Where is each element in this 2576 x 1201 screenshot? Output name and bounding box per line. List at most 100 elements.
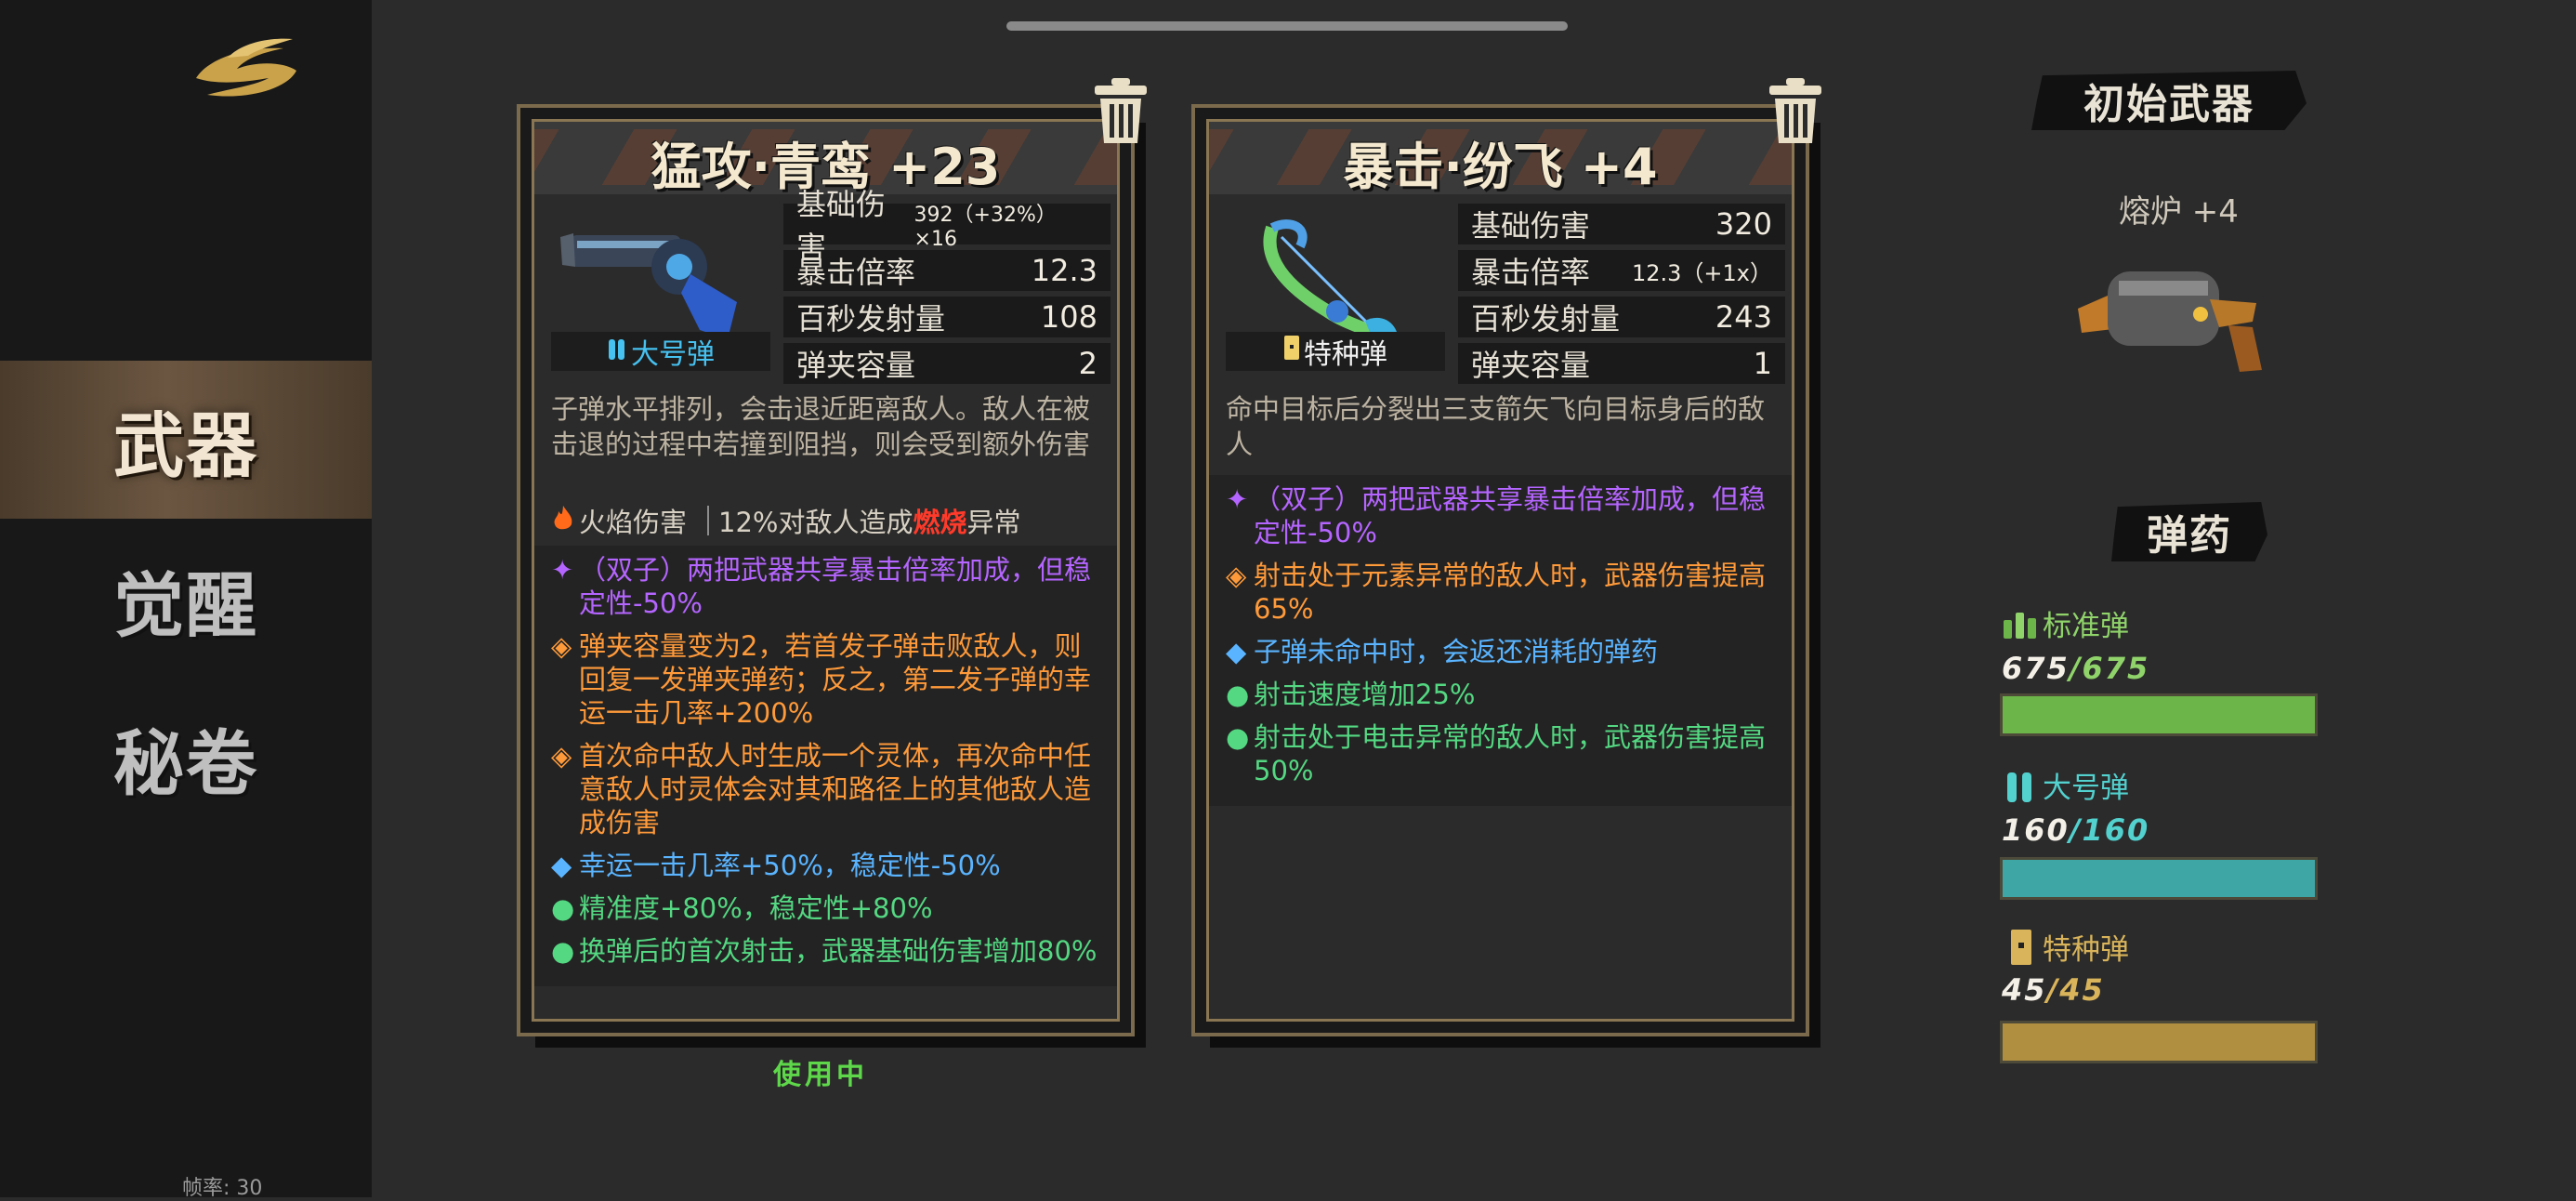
trait-item: ● 射击速度增加25% [1226, 678, 1775, 711]
trait-marker-icon: ◆ [551, 850, 572, 881]
ammo-current: 675 [2002, 651, 2070, 686]
ammo-current: 160 [2002, 812, 2070, 848]
special-bullet-icon [2011, 929, 2031, 965]
weapon-description: 子弹水平排列，会击退近距离敌人。敌人在被击退的过程中若撞到阻挡，则会受到额外伤害 [551, 393, 1091, 460]
trait-text: 子弹未命中时，会返还消耗的弹药 [1254, 636, 1659, 667]
initial-weapon-image[interactable] [2070, 244, 2275, 383]
nav-awakening-label: 觉醒 [113, 564, 258, 647]
trait-text: 首次命中敌人时生成一个灵体，再次命中任意敌人时灵体会对其和路径上的其他敌人造成伤… [579, 740, 1092, 838]
trait-text: 射击处于电击异常的敌人时，武器伤害提高50% [1254, 721, 1767, 786]
stat-value: 1 [1753, 346, 1772, 381]
trait-item: ✦ （双子）两把武器共享暴击倍率加成，但稳定性-50% [551, 553, 1100, 620]
trait-text: 换弹后的首次射击，武器基础伤害增加80% [579, 935, 1097, 967]
in-use-status: 使用中 [773, 1059, 868, 1091]
stat-label: 暴击倍率 [796, 255, 916, 290]
trait-item: ◆ 幸运一击几率+50%，稳定性-50% [551, 849, 1100, 882]
trait-item: ◈ 射击处于元素异常的敌人时，武器伤害提高65% [1226, 559, 1775, 626]
ammo-max: 45 [2059, 972, 2105, 1008]
ammo-standard-bar [2000, 693, 2318, 736]
stat-value: 392（+32%）×16 [913, 203, 1057, 251]
fire-icon [551, 504, 575, 538]
special-bullet-icon [1283, 334, 1300, 369]
ammo-heavy-count: 160/160 [2002, 812, 2150, 848]
stat-value: 243 [1715, 299, 1772, 335]
stat-row: 基础伤害 392（+32%）×16 [783, 187, 1111, 265]
element-effect-prefix: 12%对敌人造成 [718, 507, 913, 538]
stat-value: 12.3（+1x） [1631, 259, 1772, 286]
initial-weapon-name[interactable]: 熔炉 +4 [2119, 186, 2239, 231]
ammo-special-label: 特种弹 [2002, 926, 2129, 968]
trait-text: （双子）两把武器共享暴击倍率加成，但稳定性-50% [579, 554, 1092, 619]
delete-weapon-2-trash-icon[interactable] [1766, 76, 1825, 145]
game-logo-icon [196, 38, 296, 97]
weapon-title: 暴击·纷飞 +4 [1343, 138, 1658, 196]
stat-row: 暴击倍率 12.3（+1x） [1458, 250, 1785, 291]
trait-item: ◈ 首次命中敌人时生成一个灵体，再次命中任意敌人时灵体会对其和路径上的其他敌人造成… [551, 739, 1100, 839]
ammo-type-label: 特种弹 [1304, 338, 1387, 371]
trait-marker-icon: ◈ [1226, 560, 1247, 591]
trait-item: ◆ 子弹未命中时，会返还消耗的弹药 [1226, 635, 1775, 668]
ammo-current: 45 [2002, 972, 2047, 1008]
stat-label: 弹夹容量 [796, 348, 916, 383]
heavy-bullet-icon [2007, 772, 2031, 802]
weapon-card-2[interactable]: 暴击·纷飞 +4 特种弹 基础伤害 320 暴击倍率 12.3（+1x） 百秒发射量… [1191, 104, 1820, 1048]
trait-marker-icon: ● [1226, 679, 1250, 710]
weapon-traits: ✦ （双子）两把武器共享暴击倍率加成，但稳定性-50% ◈ 弹夹容量变为2，若首发子… [534, 546, 1117, 986]
stat-label: 暴击倍率 [1471, 255, 1591, 290]
element-name: 火焰伤害 [579, 507, 688, 538]
stat-value: 12.3 [1031, 253, 1097, 288]
ammo-heavy-bar [2000, 857, 2318, 900]
ammo-max: 160 [2082, 812, 2150, 848]
weapon-card-1[interactable]: 猛攻·青鸾 +23 大号弹 基础伤害 392（+32%）×16 暴击倍率 12.3 … [517, 104, 1146, 1048]
trait-text: 精准度+80%，稳定性+80% [579, 892, 933, 924]
trait-text: 射击速度增加25% [1254, 679, 1476, 710]
weapon-stats: 基础伤害 320 暴击倍率 12.3（+1x） 百秒发射量 243 弹夹容量 1 [1458, 204, 1785, 389]
weapon-card-header: 暴击·纷飞 +4 [1209, 122, 1792, 196]
ammo-type-name: 大号弹 [2043, 772, 2129, 805]
stat-row: 基础伤害 320 [1458, 204, 1785, 244]
nav-weapons[interactable]: 武器 [0, 361, 372, 519]
trait-text: 幸运一击几率+50%，稳定性-50% [579, 850, 1001, 881]
stat-label: 百秒发射量 [796, 301, 946, 337]
trait-marker-icon: ● [551, 892, 575, 924]
trait-text: 弹夹容量变为2，若首发子弹击败敌人，则回复一发弹夹弹药；反之，第二发子弹的幸运一… [579, 630, 1092, 729]
trait-marker-icon: ◈ [551, 630, 572, 662]
ammo-standard-count: 675/675 [2002, 651, 2150, 686]
trait-marker-icon: ✦ [551, 554, 574, 586]
ammo-max: 675 [2082, 651, 2150, 686]
stat-row: 弹夹容量 2 [783, 343, 1111, 384]
initial-weapon-heading-label: 初始武器 [2083, 81, 2254, 128]
nav-secret-scroll-label: 秘卷 [113, 722, 258, 805]
nav-secret-scroll[interactable]: 秘卷 [0, 679, 372, 837]
ammo-type-tag: 特种弹 [1226, 332, 1445, 371]
top-drag-handle[interactable] [1006, 21, 1568, 31]
heavy-bullet-icon [607, 334, 627, 369]
weapon-traits: ✦ （双子）两把武器共享暴击倍率加成，但稳定性-50% ◈ 射击处于元素异常的敌人时… [1209, 475, 1792, 806]
ammo-heavy-label: 大号弹 [2002, 764, 2129, 806]
stat-row: 百秒发射量 108 [783, 297, 1111, 337]
stat-label: 百秒发射量 [1471, 301, 1621, 337]
initial-weapon-heading: 初始武器 [2031, 71, 2307, 130]
trait-marker-icon: ● [1226, 721, 1250, 753]
nav-awakening[interactable]: 觉醒 [0, 521, 372, 679]
ammo-special-bar [2000, 1021, 2318, 1063]
trait-item: ● 精准度+80%，稳定性+80% [551, 891, 1100, 925]
stat-value: 2 [1078, 346, 1097, 381]
trait-item: ✦ （双子）两把武器共享暴击倍率加成，但稳定性-50% [1226, 482, 1775, 549]
nav-weapons-label: 武器 [113, 404, 258, 487]
element-effect-line: 火焰伤害 12%对敌人造成 燃烧 异常 [551, 501, 1100, 540]
stat-value: 320 [1715, 206, 1772, 242]
element-effect-keyword: 燃烧 [913, 507, 967, 538]
stat-row: 弹夹容量 1 [1458, 343, 1785, 384]
ammo-special-count: 45/45 [2002, 972, 2105, 1008]
trait-marker-icon: ◈ [551, 740, 572, 772]
stat-value: 108 [1040, 299, 1097, 335]
delete-weapon-1-trash-icon[interactable] [1091, 76, 1150, 145]
stat-row: 暴击倍率 12.3 [783, 250, 1111, 291]
trait-text: （双子）两把武器共享暴击倍率加成，但稳定性-50% [1254, 483, 1767, 548]
fps-counter: 帧率: 30 [182, 1177, 263, 1200]
trait-marker-icon: ✦ [1226, 483, 1249, 515]
ammo-standard-label: 标准弹 [2002, 602, 2129, 644]
ammo-heading: 弹药 [2111, 502, 2267, 561]
ammo-type-tag: 大号弹 [551, 332, 770, 371]
